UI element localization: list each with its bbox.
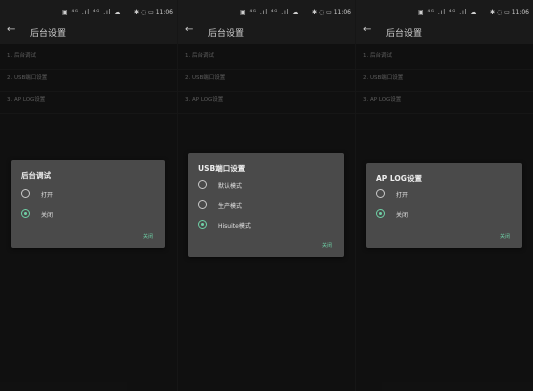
page-title: 后台设置	[30, 29, 67, 39]
signal-icons: ▣ ⁴ᴳ .ıl ⁴ᴳ .ıl ☁	[418, 9, 478, 16]
option-label: 关闭	[41, 212, 54, 219]
page-title: 后台设置	[208, 29, 245, 39]
close-button[interactable]: 关闭	[322, 242, 332, 249]
signal-icons: ▣ ⁴ᴳ .ıl ⁴ᴳ .ıl ☁	[62, 9, 122, 16]
close-button[interactable]: 关闭	[143, 233, 153, 240]
radio-checked-icon[interactable]	[198, 220, 207, 229]
dialog-title: AP LOG设置	[376, 174, 422, 183]
dialog-title: 后台调试	[21, 171, 51, 180]
back-arrow-icon[interactable]: ←	[185, 24, 193, 35]
status-clock: ✱ ◌ ▭ 11:06	[134, 9, 173, 16]
back-arrow-icon[interactable]: ←	[7, 24, 15, 35]
dialog-title: USB端口设置	[198, 164, 246, 173]
app-bar: ← 后台设置	[0, 24, 177, 42]
dialog-usb-port: USB端口设置 默认模式 生产模式 Hisuite模式 关闭	[188, 153, 344, 257]
screens-row: ▣ ⁴ᴳ .ıl ⁴ᴳ .ıl ☁ ✱ ◌ ▭ 11:06 ← 后台设置 1. …	[0, 0, 533, 391]
option-label: 生产模式	[218, 203, 243, 210]
back-arrow-icon[interactable]: ←	[363, 24, 371, 35]
option-label: 关闭	[396, 212, 409, 219]
app-bar: ← 后台设置	[356, 24, 533, 42]
option-label: 打开	[396, 192, 409, 199]
screen-backend-debug: ▣ ⁴ᴳ .ıl ⁴ᴳ .ıl ☁ ✱ ◌ ▭ 11:06 ← 后台设置 1. …	[0, 0, 177, 391]
radio-checked-icon[interactable]	[376, 209, 385, 218]
radio-unchecked-icon[interactable]	[376, 189, 385, 198]
status-bar: ▣ ⁴ᴳ .ıl ⁴ᴳ .ıl ☁ ✱ ◌ ▭ 11:06	[178, 0, 355, 22]
screen-usb-port: ▣ ⁴ᴳ .ıl ⁴ᴳ .ıl ☁ ✱ ◌ ▭ 11:06 ← 后台设置 1. …	[178, 0, 355, 391]
dialog-backend-debug: 后台调试 打开 关闭 关闭	[11, 160, 165, 248]
radio-unchecked-icon[interactable]	[198, 180, 207, 189]
option-label: 默认模式	[218, 183, 243, 190]
option-label: 打开	[41, 192, 54, 199]
page-title: 后台设置	[386, 29, 423, 39]
dialog-ap-log: AP LOG设置 打开 关闭 关闭	[366, 163, 522, 248]
radio-unchecked-icon[interactable]	[198, 200, 207, 209]
radio-checked-icon[interactable]	[21, 209, 30, 218]
status-bar: ▣ ⁴ᴳ .ıl ⁴ᴳ .ıl ☁ ✱ ◌ ▭ 11:06	[356, 0, 533, 22]
close-button[interactable]: 关闭	[500, 233, 510, 240]
screen-ap-log: ▣ ⁴ᴳ .ıl ⁴ᴳ .ıl ☁ ✱ ◌ ▭ 11:06 ← 后台设置 1. …	[356, 0, 533, 391]
status-clock: ✱ ◌ ▭ 11:06	[312, 9, 351, 16]
radio-unchecked-icon[interactable]	[21, 189, 30, 198]
status-clock: ✱ ◌ ▭ 11:06	[490, 9, 529, 16]
app-bar: ← 后台设置	[178, 24, 355, 42]
status-bar: ▣ ⁴ᴳ .ıl ⁴ᴳ .ıl ☁ ✱ ◌ ▭ 11:06	[0, 0, 177, 22]
signal-icons: ▣ ⁴ᴳ .ıl ⁴ᴳ .ıl ☁	[240, 9, 300, 16]
option-label: Hisuite模式	[218, 223, 251, 230]
